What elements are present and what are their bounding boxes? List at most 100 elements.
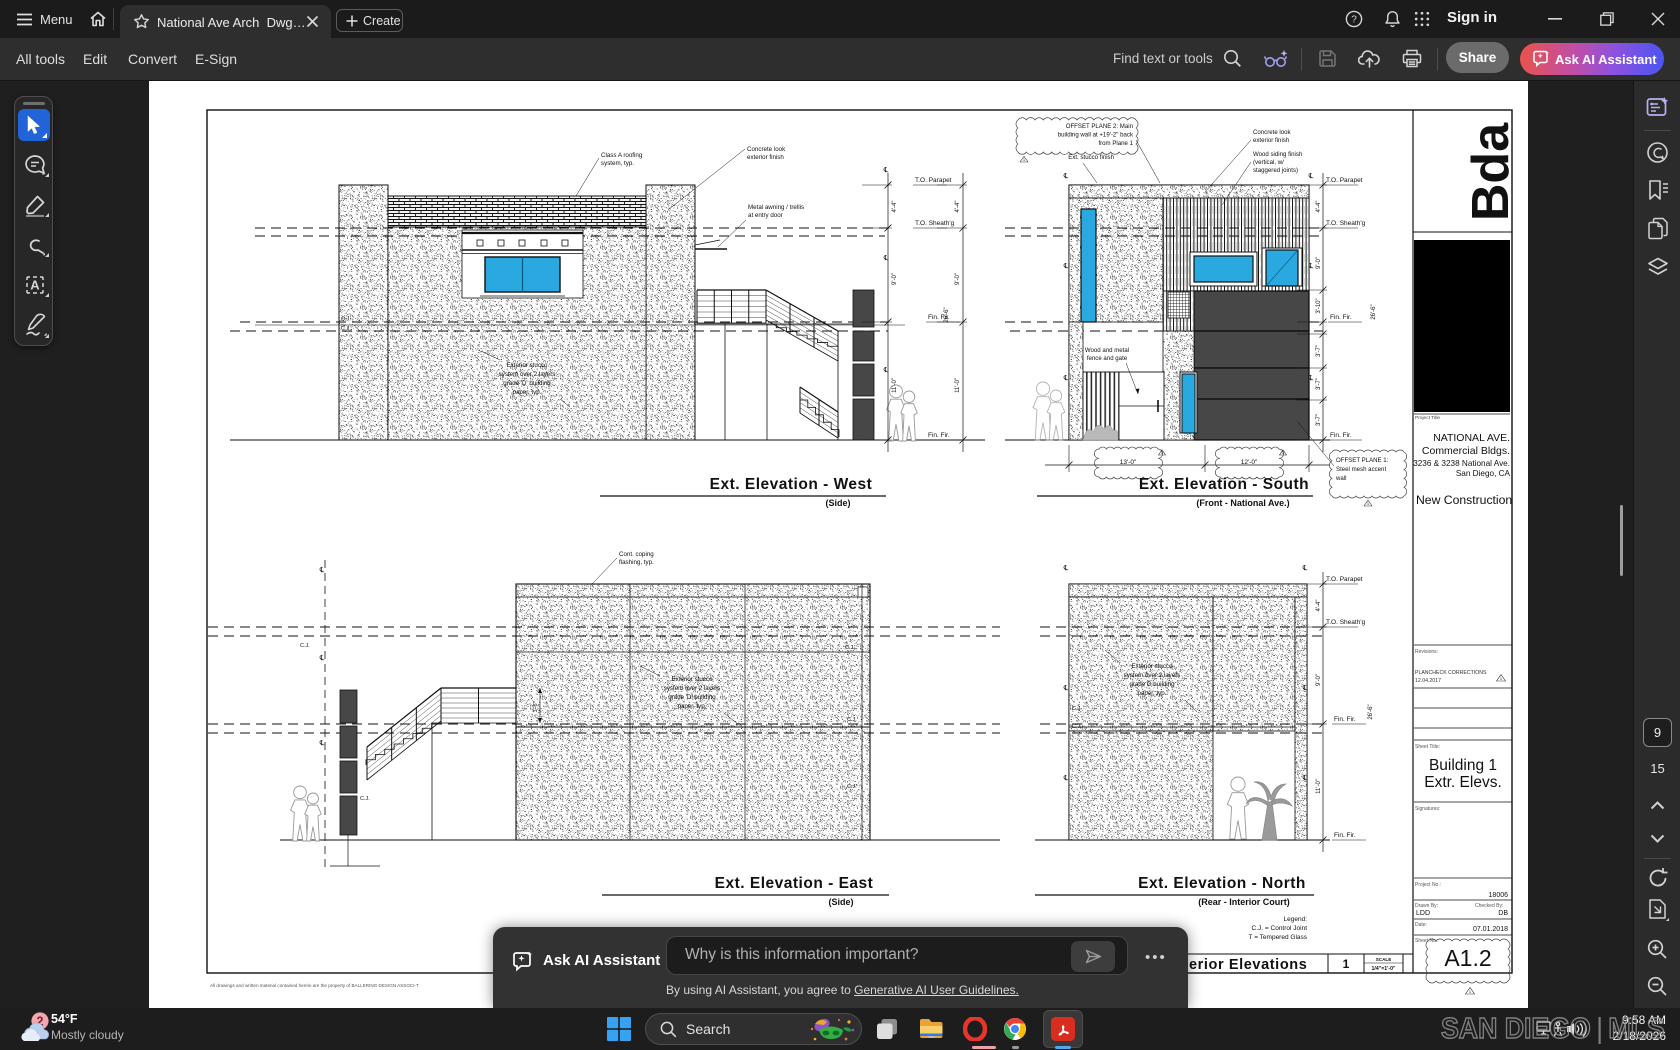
svg-text:system, typ.: system, typ. [601, 160, 634, 167]
svg-text:(vertical, w/: (vertical, w/ [1253, 159, 1284, 166]
svg-text:Commercial Bldgs.: Commercial Bldgs. [1422, 445, 1510, 457]
svg-text:11'-0": 11'-0" [955, 378, 961, 393]
svg-text:wall: wall [1335, 475, 1347, 482]
svg-text:Concrete look: Concrete look [747, 146, 786, 153]
svg-text:Project Title: Project Title [1415, 415, 1440, 421]
svg-text:9'-0": 9'-0" [1316, 674, 1322, 686]
svg-text:Fin. Fir.: Fin. Fir. [1330, 314, 1352, 321]
svg-text:Sheet Title:: Sheet Title: [1415, 744, 1440, 750]
svg-text:℄: ℄ [1063, 685, 1069, 692]
svg-text:12'-0": 12'-0" [1241, 459, 1258, 466]
svg-text:A: A [30, 278, 40, 293]
svg-text:Extr. Elevs.: Extr. Elevs. [1424, 774, 1502, 791]
svg-text:erior Elevations: erior Elevations [1189, 957, 1307, 973]
svg-text:℄: ℄ [1308, 263, 1314, 270]
svg-text:9'-0": 9'-0" [1316, 257, 1322, 269]
svg-text:OFFSET PLANE 2: Main: OFFSET PLANE 2: Main [1066, 123, 1133, 130]
svg-text:staggered joints): staggered joints) [1253, 167, 1298, 174]
svg-text:LDD: LDD [1416, 910, 1430, 917]
svg-text:3236 & 3238 National Ave.: 3236 & 3238 National Ave. [1413, 459, 1510, 468]
svg-text:T.O. Parapet: T.O. Parapet [1326, 177, 1363, 184]
svg-text:T.O. Parapet: T.O. Parapet [1326, 576, 1363, 583]
svg-text:3'-7": 3'-7" [1316, 378, 1322, 390]
svg-text:Fin. Fir.: Fin. Fir. [1334, 832, 1356, 839]
svg-text:at entry door: at entry door [748, 212, 783, 219]
svg-text:C.J.: C.J. [360, 796, 370, 802]
svg-text:T.O. Sheath'g: T.O. Sheath'g [1326, 220, 1366, 227]
svg-text:grade D building: grade D building [1129, 681, 1175, 688]
svg-text:℄: ℄ [1063, 263, 1069, 270]
svg-text:flashing, typ.: flashing, typ. [619, 559, 654, 566]
svg-text:4'-4": 4'-4" [892, 201, 898, 213]
svg-text:DB: DB [1498, 910, 1508, 917]
svg-text:13'-0": 13'-0" [1120, 459, 1137, 466]
svg-text:(Side): (Side) [828, 897, 853, 907]
svg-text:Steel mesh accent: Steel mesh accent [1336, 466, 1386, 473]
svg-text:Exterior stucco: Exterior stucco [1132, 663, 1173, 670]
svg-text:?: ? [1351, 15, 1357, 26]
svg-text:exterior finish: exterior finish [1253, 137, 1289, 144]
svg-text:(Front - National Ave.): (Front - National Ave.) [1196, 498, 1289, 508]
svg-text:Sheet No.:: Sheet No.: [1415, 938, 1439, 944]
svg-text:07.01.2018: 07.01.2018 [1473, 926, 1508, 933]
svg-text:9'-0": 9'-0" [955, 273, 961, 285]
svg-text:Drawn By:: Drawn By: [1415, 903, 1438, 909]
svg-text:4'-4": 4'-4" [1316, 201, 1322, 213]
svg-text:San Diego, CA: San Diego, CA [1456, 469, 1511, 478]
svg-text:18006: 18006 [1489, 892, 1509, 899]
svg-text:℄: ℄ [1063, 375, 1069, 382]
svg-text:system over 2 layers: system over 2 layers [1124, 672, 1181, 679]
svg-text:℄: ℄ [1063, 775, 1069, 782]
svg-text:Project No.:: Project No.: [1415, 882, 1441, 888]
svg-text:grade 'D' building: grade 'D' building [503, 380, 551, 387]
svg-text:Fin. Fir.: Fin. Fir. [928, 314, 950, 321]
svg-text:1/4"=1′-0": 1/4"=1′-0" [1372, 966, 1396, 972]
svg-text:SCALE: SCALE [1376, 957, 1392, 962]
svg-text:1: 1 [1367, 501, 1370, 506]
svg-text:paper, typ.: paper, typ. [1138, 690, 1167, 697]
svg-text:26'-6": 26'-6" [1371, 304, 1377, 319]
svg-text:New Construction: New Construction [1416, 493, 1512, 507]
svg-text:Wood siding finish: Wood siding finish [1253, 151, 1302, 158]
svg-text:A1.2: A1.2 [1444, 945, 1491, 971]
svg-text:Class A roofing: Class A roofing [601, 152, 643, 159]
svg-text:C.J.: C.J. [847, 717, 857, 723]
svg-text:PLANCHECK CORRECTIONS: PLANCHECK CORRECTIONS [1415, 670, 1487, 676]
svg-text:All drawings and written mater: All drawings and written material contai… [210, 983, 419, 988]
svg-text:T.O. Sheath'g: T.O. Sheath'g [915, 220, 955, 227]
svg-text:Exterior stucco: Exterior stucco [672, 676, 713, 683]
svg-text:℄: ℄ [1302, 565, 1308, 572]
svg-text:Fin. Fir.: Fin. Fir. [1330, 432, 1352, 439]
svg-text:paper, typ.: paper, typ. [678, 703, 707, 710]
svg-text:Ext. stucco finish: Ext. stucco finish [1068, 154, 1114, 161]
svg-text:Date:: Date: [1415, 922, 1427, 928]
svg-text:Legend:: Legend: [1284, 916, 1308, 923]
svg-text:11'-0": 11'-0" [1316, 779, 1322, 794]
svg-text:fence and gate: fence and gate [1087, 355, 1128, 362]
svg-text:T.O. Sheath'g: T.O. Sheath'g [1326, 619, 1366, 626]
svg-text:C.J.: C.J. [847, 784, 857, 790]
svg-text:Ext. Elevation - North: Ext. Elevation - North [1138, 875, 1306, 892]
svg-text:Building 1: Building 1 [1429, 757, 1497, 774]
svg-text:Concrete look: Concrete look [1253, 129, 1292, 136]
svg-text:3'-7": 3'-7" [1316, 345, 1322, 357]
svg-text:system over 2 layers: system over 2 layers [664, 685, 721, 692]
svg-text:Ext. Elevation - East: Ext. Elevation - East [715, 875, 874, 892]
svg-text:℄: ℄ [1308, 173, 1314, 180]
svg-text:4'-4": 4'-4" [955, 201, 961, 213]
svg-text:℄: ℄ [319, 740, 325, 747]
svg-text:OFFSET PLANE 1:: OFFSET PLANE 1: [1336, 457, 1389, 464]
svg-text:building wall at +19′-2" back: building wall at +19′-2" back [1058, 132, 1134, 139]
svg-text:C.J.: C.J. [341, 326, 351, 332]
svg-text:T.O. Parapet: T.O. Parapet [915, 177, 952, 184]
svg-text:Cont. coping: Cont. coping [619, 551, 654, 558]
svg-text:11'-0": 11'-0" [892, 378, 898, 393]
svg-text:℄: ℄ [1302, 685, 1308, 692]
svg-text:Metal awning / trellis: Metal awning / trellis [748, 204, 804, 211]
svg-text:C.J. = Control Joint: C.J. = Control Joint [1252, 925, 1308, 932]
svg-text:(Side): (Side) [825, 498, 850, 508]
svg-text:1: 1 [1343, 957, 1350, 971]
svg-text:from Plane 1: from Plane 1 [1098, 140, 1133, 147]
svg-text:Revisions:: Revisions: [1415, 649, 1438, 655]
svg-text:grade 'D' building: grade 'D' building [668, 694, 716, 701]
